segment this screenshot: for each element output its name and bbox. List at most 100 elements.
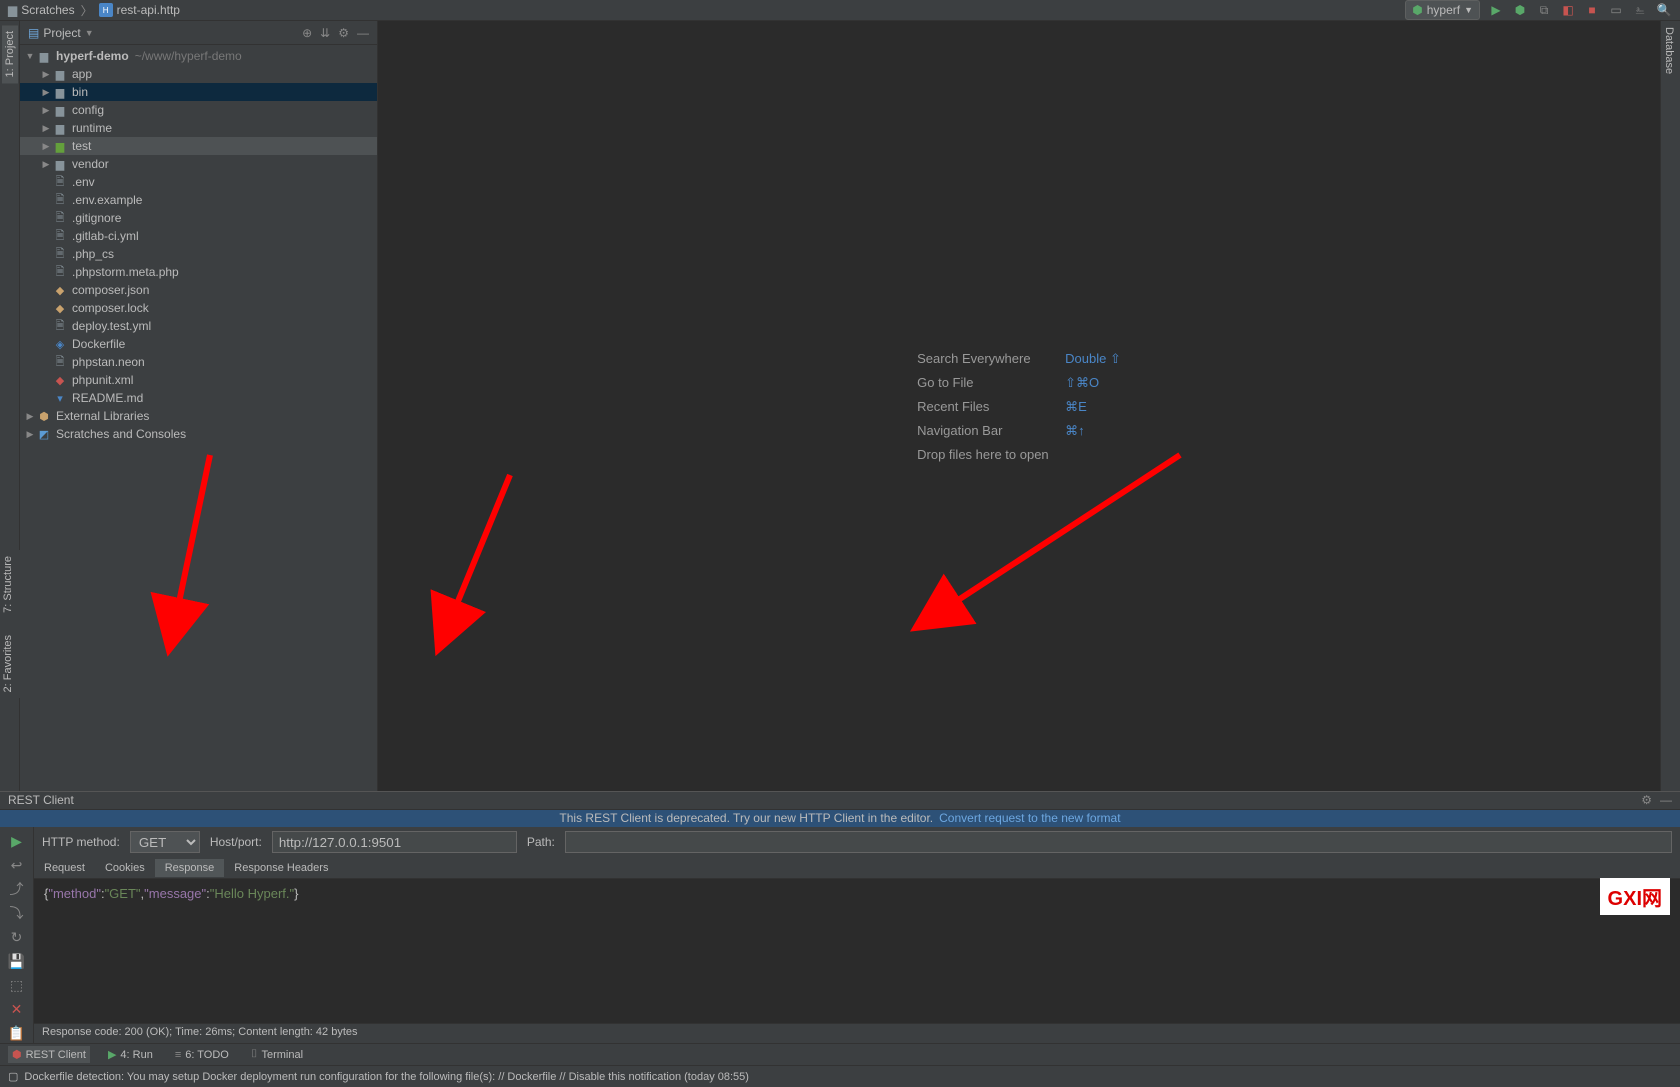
deprecated-banner: This REST Client is deprecated. Try our … [0, 810, 1680, 827]
tab-cookies[interactable]: Cookies [95, 859, 155, 877]
chevron-down-icon: ▼ [1464, 5, 1473, 15]
project-tool-window: ▤ Project ▼ ⊕ ⇊ ⚙ — ▼ ▆ hyperf-demo ~/ww… [20, 21, 378, 791]
tree-file-composerlock[interactable]: ◆composer.lock [20, 299, 377, 317]
host-port-label: Host/port: [210, 835, 262, 849]
main-area: 1: Project ▤ Project ▼ ⊕ ⇊ ⚙ — ▼ ▆ hyper… [0, 21, 1680, 791]
http-method-label: HTTP method: [42, 835, 120, 849]
convert-request-link[interactable]: Convert request to the new format [939, 811, 1120, 825]
profile-icon[interactable]: ◧ [1560, 2, 1576, 18]
breadcrumb-folder[interactable]: ▆ Scratches [8, 3, 75, 17]
import-icon[interactable]: ⤵ [7, 903, 27, 923]
tree-file-gitignore[interactable]: 🗎.gitignore [20, 209, 377, 227]
tree-file-phpstormmeta[interactable]: 🗎.phpstorm.meta.php [20, 263, 377, 281]
tree-folder-app[interactable]: ▶▆app [20, 65, 377, 83]
tree-scratches[interactable]: ▶◩Scratches and Consoles [20, 425, 377, 443]
rest-icon: ⬢ [12, 1048, 22, 1061]
rest-client-title: REST Client [8, 793, 74, 807]
collapse-icon[interactable]: ⇊ [320, 26, 330, 40]
debug-icon[interactable]: ⬢ [1512, 2, 1528, 18]
topbar-right: ⬢ hyperf ▼ ▶ ⬢ ⧉ ◧ ■ ▭ ⎁ 🔍 [1405, 0, 1672, 20]
tree-file-env[interactable]: 🗎.env [20, 173, 377, 191]
tab-request[interactable]: Request [34, 859, 95, 877]
tree-file-gitlabci[interactable]: 🗎.gitlab-ci.yml [20, 227, 377, 245]
path-input[interactable] [565, 831, 1672, 853]
stop-icon[interactable]: ■ [1584, 2, 1600, 18]
breadcrumb[interactable]: ▆ Scratches 〉 H rest-api.http [8, 2, 180, 19]
project-view-icon: ▤ [28, 26, 39, 40]
tree-folder-config[interactable]: ▶▆config [20, 101, 377, 119]
run-request-icon[interactable]: ▶ [7, 831, 27, 851]
status-message: Dockerfile detection: You may setup Dock… [24, 1071, 749, 1083]
tree-file-envexample[interactable]: 🗎.env.example [20, 191, 377, 209]
left-tab-project[interactable]: 1: Project [2, 25, 18, 83]
run-icon: ▶ [108, 1048, 116, 1061]
tree-file-composerjson[interactable]: ◆composer.json [20, 281, 377, 299]
tree-file-readme[interactable]: ▾README.md [20, 389, 377, 407]
host-port-input[interactable] [272, 831, 517, 853]
breadcrumb-file[interactable]: H rest-api.http [99, 3, 180, 17]
save-icon[interactable]: 💾 [7, 951, 27, 971]
tree-folder-runtime[interactable]: ▶▆runtime [20, 119, 377, 137]
project-tree[interactable]: ▼ ▆ hyperf-demo ~/www/hyperf-demo ▶▆app … [20, 45, 377, 791]
breadcrumb-separator: 〉 [81, 2, 93, 19]
breadcrumb-file-label: rest-api.http [117, 3, 180, 17]
tree-external-libraries[interactable]: ▶⬢External Libraries [20, 407, 377, 425]
path-label: Path: [527, 835, 555, 849]
watermark: GXI网 [1600, 878, 1670, 915]
response-status: Response code: 200 (OK); Time: 26ms; Con… [34, 1023, 1680, 1043]
rest-tool-column: ▶ ↩ ⤴ ⤵ ↻ 💾 ⬚ ✕ 📋 [0, 827, 34, 1043]
deprecated-message: This REST Client is deprecated. Try our … [559, 811, 933, 825]
coverage-icon[interactable]: ⧉ [1536, 2, 1552, 18]
tab-response-headers[interactable]: Response Headers [224, 859, 338, 877]
gear-icon[interactable]: ⚙ [1641, 793, 1652, 807]
tree-file-phpstanneon[interactable]: 🗎phpstan.neon [20, 353, 377, 371]
editor-placeholder[interactable]: Search EverywhereDouble ⇧ Go to File⇧⌘O … [378, 21, 1660, 791]
layout-icon[interactable]: ▭ [1608, 2, 1624, 18]
project-title-label[interactable]: Project [43, 26, 80, 40]
request-config-row: HTTP method: GET Host/port: Path: [34, 827, 1680, 857]
git-icon[interactable]: ⎁ [1632, 2, 1648, 18]
config-icon[interactable]: ⬚ [7, 975, 27, 995]
run-config-selector[interactable]: ⬢ hyperf ▼ [1405, 0, 1480, 20]
tree-root[interactable]: ▼ ▆ hyperf-demo ~/www/hyperf-demo [20, 47, 377, 65]
bottom-tab-terminal[interactable]: ⌷ Terminal [247, 1046, 307, 1063]
chevron-down-icon[interactable]: ▼ [85, 28, 94, 38]
close-icon[interactable]: ✕ [7, 999, 27, 1019]
bottom-tab-rest-client[interactable]: ⬢ REST Client [8, 1046, 90, 1063]
copy-icon[interactable]: 📋 [7, 1023, 27, 1043]
left-gutter-bottom: 7: Structure 2: Favorites [0, 550, 20, 698]
rest-titlebar: REST Client ⚙ — [0, 792, 1680, 810]
left-tab-favorites[interactable]: 2: Favorites [0, 629, 16, 698]
tree-file-deploytest[interactable]: 🗎deploy.test.yml [20, 317, 377, 335]
right-tool-gutter: Database [1660, 21, 1680, 791]
status-icon[interactable]: ▢ [8, 1070, 18, 1083]
bottom-tab-run[interactable]: ▶ 4: Run [104, 1046, 157, 1063]
tab-response[interactable]: Response [155, 859, 225, 877]
left-tab-structure[interactable]: 7: Structure [0, 550, 16, 619]
response-body[interactable]: {"method":"GET","message":"Hello Hyperf.… [34, 879, 1680, 1023]
bottom-tab-todo[interactable]: ≡ 6: TODO [171, 1047, 233, 1063]
hide-icon[interactable]: — [1660, 793, 1672, 807]
http-method-select[interactable]: GET [130, 831, 200, 853]
tree-file-phpcs[interactable]: 🗎.php_cs [20, 245, 377, 263]
history-icon[interactable]: ↩ [7, 855, 27, 875]
run-icon[interactable]: ▶ [1488, 2, 1504, 18]
gear-icon[interactable]: ⚙ [338, 26, 349, 40]
tree-folder-bin[interactable]: ▶▆bin [20, 83, 377, 101]
tree-folder-test[interactable]: ▶▆test [20, 137, 377, 155]
replay-icon[interactable]: ↻ [7, 927, 27, 947]
http-file-icon: H [99, 3, 113, 17]
folder-icon: ▆ [8, 3, 17, 17]
tree-file-phpunitxml[interactable]: ◆phpunit.xml [20, 371, 377, 389]
locate-icon[interactable]: ⊕ [302, 26, 312, 40]
tree-folder-vendor[interactable]: ▶▆vendor [20, 155, 377, 173]
bug-icon: ⬢ [1412, 3, 1422, 17]
rest-client-panel: REST Client ⚙ — This REST Client is depr… [0, 791, 1680, 1043]
hide-icon[interactable]: — [357, 26, 369, 40]
breadcrumb-folder-label: Scratches [21, 3, 74, 17]
right-tab-database[interactable]: Database [1661, 21, 1677, 80]
export-icon[interactable]: ⤴ [7, 879, 27, 899]
rest-tabs: Request Cookies Response Response Header… [34, 857, 1680, 879]
search-everywhere-icon[interactable]: 🔍 [1656, 2, 1672, 18]
tree-file-dockerfile[interactable]: ◈Dockerfile [20, 335, 377, 353]
